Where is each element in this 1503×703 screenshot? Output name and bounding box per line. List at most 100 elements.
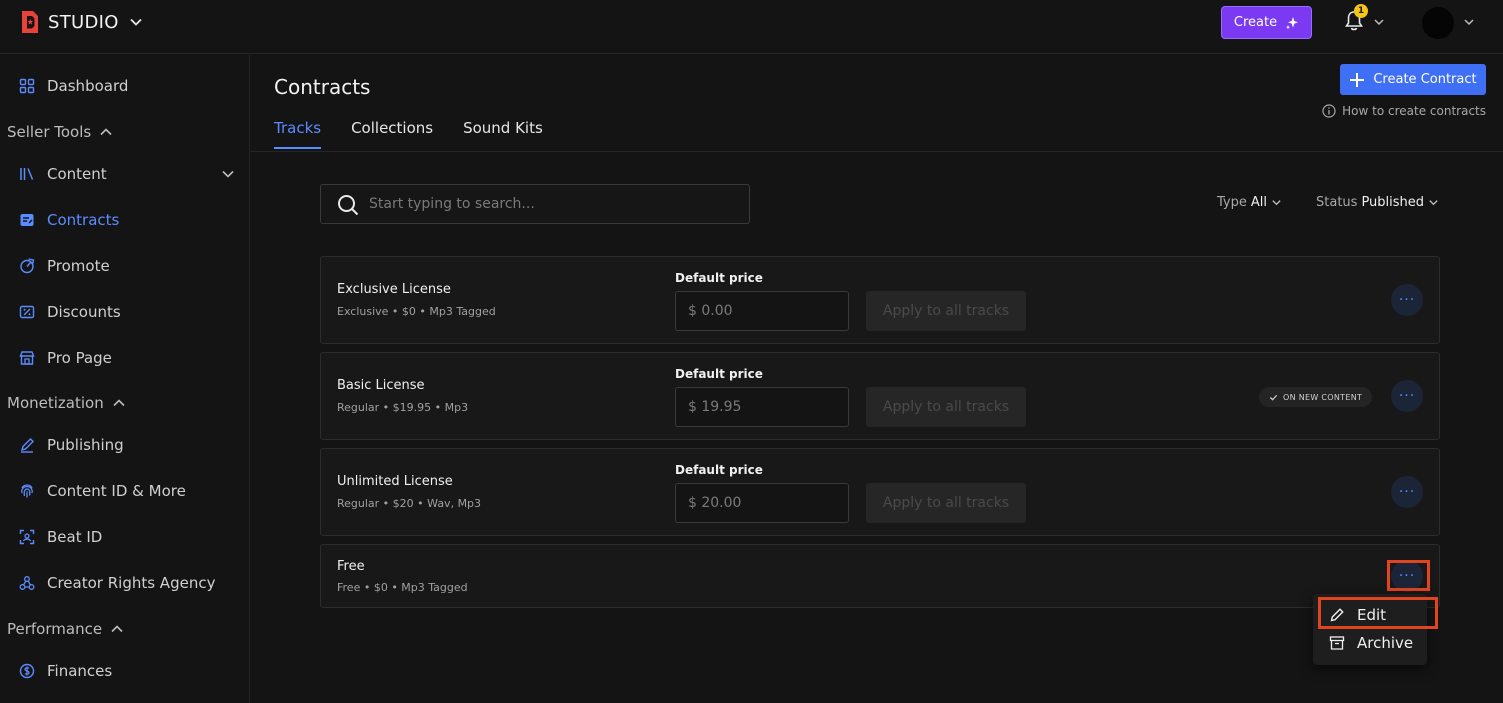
notification-count-badge: 1	[1354, 4, 1368, 18]
contract-name: Exclusive License	[337, 282, 451, 297]
more-options-button[interactable]: ···	[1391, 380, 1423, 412]
edit-item-highlight	[1318, 597, 1438, 629]
default-price-label: Default price	[675, 463, 763, 477]
sidebar-item-beat-id[interactable]: Beat ID	[0, 519, 249, 555]
network-icon	[19, 576, 35, 590]
contract-meta: Exclusive • $0 • Mp3 Tagged	[337, 305, 496, 318]
contract-name: Unlimited License	[337, 474, 453, 489]
chevron-up-icon	[100, 128, 112, 136]
info-icon	[1322, 104, 1336, 118]
tabs-divider	[251, 151, 1503, 152]
status-filter-label: Status	[1316, 195, 1358, 210]
create-contract-label: Create Contract	[1373, 72, 1477, 87]
how-to-create-contracts-link[interactable]: How to create contracts	[1322, 104, 1486, 118]
section-monetization[interactable]: Monetization	[7, 391, 126, 415]
sidebar-item-content-id[interactable]: Content ID & More	[0, 473, 249, 509]
contract-meta: Regular • $20 • Wav, Mp3	[337, 497, 482, 510]
apply-to-all-tracks-button[interactable]: Apply to all tracks	[866, 483, 1026, 523]
sidebar-item-finances[interactable]: Finances	[0, 653, 249, 689]
status-filter[interactable]: Status Published	[1316, 195, 1439, 210]
contract-card-exclusive: Exclusive License Exclusive • $0 • Mp3 T…	[320, 256, 1440, 344]
sidebar-item-discounts[interactable]: Discounts	[0, 294, 249, 330]
type-filter[interactable]: Type All	[1217, 195, 1282, 210]
brand-switcher[interactable]: STUDIO	[20, 10, 143, 34]
dollar-icon	[19, 663, 35, 679]
contract-icon	[20, 214, 34, 226]
apply-to-all-tracks-button[interactable]: Apply to all tracks	[866, 387, 1026, 427]
plus-icon	[1350, 72, 1365, 87]
sidebar-item-creator-rights-agency[interactable]: Creator Rights Agency	[0, 565, 249, 601]
top-bar: STUDIO Create 1	[0, 0, 1503, 54]
sidebar-item-pro-page[interactable]: Pro Page	[0, 340, 249, 376]
search-icon	[338, 195, 359, 216]
chevron-down-icon	[1429, 200, 1438, 206]
sidebar-item-label: Beat ID	[47, 528, 103, 546]
default-price-input[interactable]: $ 20.00	[675, 483, 849, 523]
tab-collections[interactable]: Collections	[351, 119, 433, 149]
page-title: Contracts	[274, 75, 371, 99]
scan-icon	[19, 529, 35, 545]
sidebar-item-label: Discounts	[47, 303, 121, 321]
user-avatar[interactable]	[1422, 7, 1454, 39]
type-filter-label: Type	[1217, 195, 1247, 210]
sidebar-item-publishing[interactable]: Publishing	[0, 427, 249, 463]
contract-meta: Free • $0 • Mp3 Tagged	[337, 581, 468, 594]
on-new-content-label: ON NEW CONTENT	[1283, 392, 1363, 402]
menu-item-label: Archive	[1357, 634, 1414, 652]
chevron-down-icon[interactable]	[1373, 16, 1385, 28]
grid-icon	[19, 78, 35, 94]
studio-logo-icon	[22, 11, 38, 33]
search-input[interactable]	[369, 185, 739, 223]
sidebar: Dashboard Seller Tools Content Contracts…	[0, 55, 250, 703]
sidebar-item-promote[interactable]: Promote	[0, 248, 249, 284]
promote-icon	[20, 258, 35, 274]
fingerprint-icon	[21, 484, 33, 498]
default-price-label: Default price	[675, 367, 763, 381]
section-label: Performance	[7, 620, 103, 638]
chevron-down-icon	[1272, 200, 1281, 206]
contract-name: Free	[337, 559, 365, 574]
default-price-input[interactable]: $ 0.00	[675, 291, 849, 331]
sidebar-item-contracts[interactable]: Contracts	[0, 202, 249, 238]
sidebar-item-label: Promote	[47, 257, 110, 275]
contract-card-basic: Basic License Regular • $19.95 • Mp3 Def…	[320, 352, 1440, 440]
chevron-up-icon	[111, 625, 123, 633]
section-performance[interactable]: Performance	[7, 617, 124, 641]
how-to-label: How to create contracts	[1342, 104, 1486, 118]
chevron-down-icon	[130, 18, 142, 26]
contract-card-unlimited: Unlimited License Regular • $20 • Wav, M…	[320, 448, 1440, 536]
tab-sound-kits[interactable]: Sound Kits	[463, 119, 543, 149]
chevron-down-icon	[222, 170, 234, 178]
library-icon	[20, 168, 34, 180]
tab-tracks[interactable]: Tracks	[274, 119, 322, 149]
pen-icon	[20, 438, 34, 453]
chevron-down-icon[interactable]	[1463, 16, 1475, 28]
contract-name: Basic License	[337, 378, 425, 393]
section-seller-tools[interactable]: Seller Tools	[7, 120, 113, 144]
archive-icon	[1329, 636, 1345, 650]
menu-item-archive[interactable]: Archive	[1313, 629, 1427, 657]
more-options-button[interactable]: ···	[1391, 284, 1423, 316]
sidebar-item-label: Pro Page	[47, 349, 112, 367]
apply-to-all-tracks-button[interactable]: Apply to all tracks	[866, 291, 1026, 331]
sidebar-item-label: Content ID & More	[47, 482, 186, 500]
status-filter-value: Published	[1361, 195, 1425, 210]
section-label: Monetization	[7, 394, 104, 412]
more-options-button[interactable]: ···	[1391, 476, 1423, 508]
sidebar-item-label: Dashboard	[47, 77, 129, 95]
discount-icon	[19, 305, 35, 319]
sidebar-item-label: Publishing	[47, 436, 124, 454]
sidebar-item-dashboard[interactable]: Dashboard	[0, 68, 249, 104]
create-button[interactable]: Create	[1221, 6, 1312, 39]
on-new-content-badge: ON NEW CONTENT	[1259, 387, 1373, 407]
sidebar-item-label: Contracts	[47, 211, 120, 229]
sidebar-item-label: Creator Rights Agency	[47, 574, 216, 592]
section-label: Seller Tools	[7, 123, 92, 141]
sidebar-item-label: Content	[47, 165, 107, 183]
chevron-up-icon	[113, 399, 125, 407]
sidebar-item-content[interactable]: Content	[0, 156, 249, 192]
check-icon	[1269, 394, 1278, 401]
create-contract-button[interactable]: Create Contract	[1340, 64, 1486, 95]
default-price-input[interactable]: $ 19.95	[675, 387, 849, 427]
contract-card-free: Free Free • $0 • Mp3 Tagged ···	[320, 544, 1440, 608]
